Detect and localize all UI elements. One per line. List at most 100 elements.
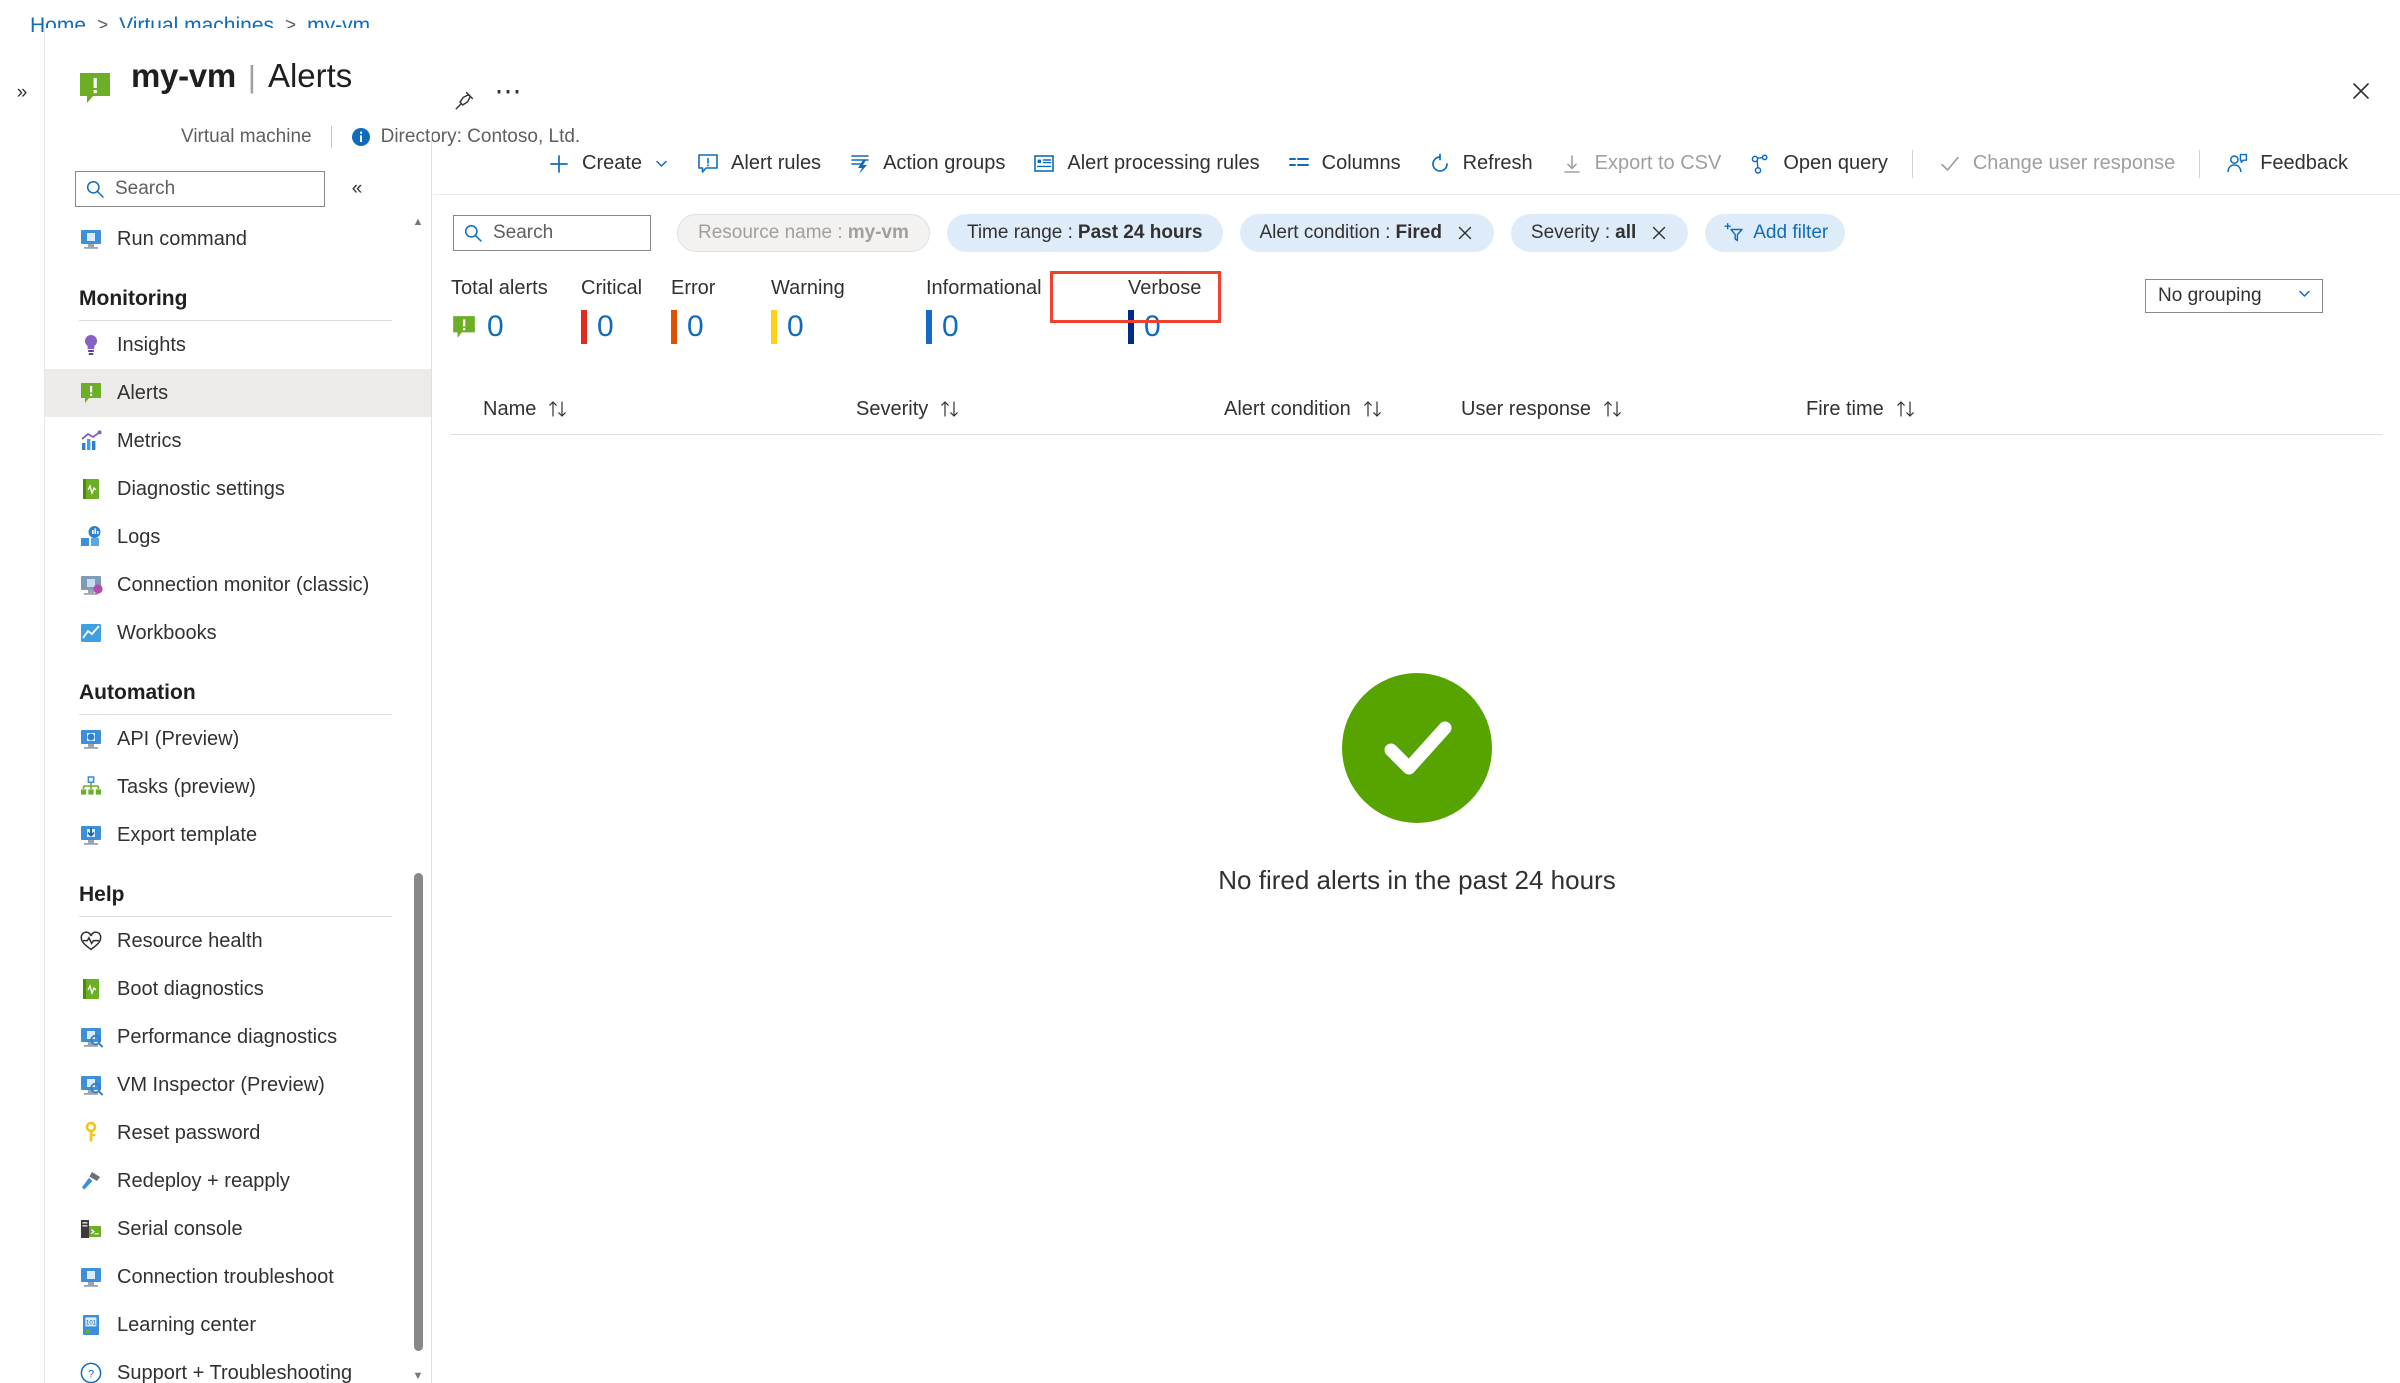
sidebar-item-vm-inspector-preview[interactable]: VM Inspector (Preview): [45, 1061, 431, 1109]
main-content: Create Alert rules Action groups Alert proc…: [433, 133, 2400, 1383]
chevron-down-icon[interactable]: [654, 156, 669, 171]
sort-icon[interactable]: [1895, 400, 1917, 418]
sidebar-item-serial-console[interactable]: Serial console: [45, 1205, 431, 1253]
sort-icon[interactable]: [547, 400, 569, 418]
sidebar-item-performance-diagnostics[interactable]: Performance diagnostics: [45, 1013, 431, 1061]
counter-label: Total alerts: [451, 277, 548, 299]
sidebar-item-learning-center[interactable]: 101 Learning center: [45, 1301, 431, 1349]
counter-warning[interactable]: Warning 0: [771, 277, 926, 344]
counter-total-alerts[interactable]: Total alerts 0: [451, 277, 581, 344]
alerts-search-field[interactable]: [491, 221, 631, 245]
sidebar-item-label: Resource health: [117, 929, 263, 952]
ellipsis-icon[interactable]: ⋯: [493, 78, 523, 116]
checkmark-icon: [1937, 151, 1963, 177]
command-change-user-response: Change user response: [1924, 141, 2188, 187]
sidebar-item-connection-monitor-classic[interactable]: Connection monitor (classic): [45, 561, 431, 609]
column-header-name[interactable]: Name: [483, 383, 569, 435]
refresh-icon: [1427, 151, 1453, 177]
column-header-user-response[interactable]: User response: [1461, 383, 1624, 435]
sidebar-item-boot-diagnostics[interactable]: Boot diagnostics: [45, 965, 431, 1013]
alert-processing-rules-icon: [1031, 151, 1057, 177]
column-header-label: Alert condition: [1224, 397, 1351, 420]
sidebar-scrollbar[interactable]: ▲ ▼: [411, 215, 425, 1383]
sort-icon[interactable]: [939, 400, 961, 418]
sidebar-item-alerts[interactable]: Alerts: [45, 369, 431, 417]
counter-value: 0: [487, 310, 504, 343]
caret-up-icon[interactable]: ▲: [411, 215, 425, 229]
sidebar-item-workbooks[interactable]: Workbooks: [45, 609, 431, 657]
command-label: Export to CSV: [1594, 152, 1722, 174]
page-title-separator: |: [247, 59, 256, 94]
sidebar-item-connection-troubleshoot[interactable]: Connection troubleshoot: [45, 1253, 431, 1301]
sidebar-search-row: «: [45, 166, 431, 212]
command-label: Alert processing rules: [1067, 152, 1260, 174]
command-label: Feedback: [2260, 152, 2349, 174]
sidebar-item-insights[interactable]: Insights: [45, 321, 431, 369]
alerts-search-input[interactable]: [453, 215, 651, 251]
column-header-alert-condition[interactable]: Alert condition: [1224, 383, 1384, 435]
sidebar-item-label: Learning center: [117, 1313, 256, 1336]
sidebar-item-diagnostic-settings[interactable]: Diagnostic settings: [45, 465, 431, 513]
column-header-severity[interactable]: Severity: [856, 383, 961, 435]
command-create[interactable]: Create: [533, 141, 682, 187]
diagnostic-settings-icon: [79, 477, 103, 501]
counter-label: Verbose: [1128, 277, 1202, 299]
sidebar-item-api-preview[interactable]: API (Preview): [45, 715, 431, 763]
boot-diagnostics-icon: [79, 977, 103, 1001]
alert-resource-icon: [77, 70, 113, 106]
caret-down-icon[interactable]: ▼: [411, 1369, 425, 1383]
sidebar-search-field[interactable]: [113, 177, 303, 201]
command-action-groups[interactable]: Action groups: [834, 141, 1018, 187]
divider: [2199, 149, 2201, 178]
command-refresh[interactable]: Refresh: [1414, 141, 1546, 187]
filter-pill-alert-condition[interactable]: Alert condition : Fired: [1239, 214, 1494, 252]
filter-pill-severity[interactable]: Severity : all: [1510, 214, 1689, 252]
sidebar-item-metrics[interactable]: Metrics: [45, 417, 431, 465]
question-circle-icon: ?: [79, 1361, 103, 1383]
sidebar-item-reset-password[interactable]: Reset password: [45, 1109, 431, 1157]
column-header-label: User response: [1461, 397, 1592, 420]
grouping-value: No grouping: [2158, 285, 2262, 306]
command-alert-processing-rules[interactable]: Alert processing rules: [1018, 141, 1272, 187]
sort-icon[interactable]: [1362, 400, 1384, 418]
close-icon[interactable]: [2344, 74, 2378, 108]
sidebar-item-label: Metrics: [117, 429, 182, 452]
command-columns[interactable]: Columns: [1273, 141, 1414, 187]
sidebar-item-tasks-preview[interactable]: Tasks (preview): [45, 763, 431, 811]
sort-icon[interactable]: [1602, 400, 1624, 418]
command-label: Action groups: [883, 152, 1006, 174]
sidebar-item-export-template[interactable]: Export template: [45, 811, 431, 859]
sidebar-item-logs[interactable]: Logs: [45, 513, 431, 561]
chevron-double-right-icon[interactable]: »: [8, 78, 36, 108]
command-label: Alert rules: [731, 152, 822, 174]
counter-verbose[interactable]: Verbose 0: [1128, 277, 1248, 344]
grouping-select[interactable]: No grouping: [2145, 279, 2323, 313]
sidebar-item-label: Reset password: [117, 1121, 261, 1144]
counter-value: 0: [942, 310, 959, 343]
counter-critical[interactable]: Critical 0: [581, 277, 671, 344]
add-filter-button[interactable]: Add filter: [1705, 214, 1846, 252]
page-title-resource: my-vm: [131, 57, 236, 94]
sidebar-item-support-troubleshooting[interactable]: ? Support + Troubleshooting: [45, 1349, 431, 1383]
command-feedback[interactable]: Feedback: [2211, 141, 2361, 187]
remove-filter-icon[interactable]: [1650, 224, 1668, 242]
command-alert-rules[interactable]: Alert rules: [682, 141, 834, 187]
counter-error[interactable]: Error 0: [671, 277, 771, 344]
command-open-query[interactable]: Open query: [1734, 141, 1901, 187]
pin-icon[interactable]: [449, 86, 479, 116]
sidebar-item-redeploy-reapply[interactable]: Redeploy + reapply: [45, 1157, 431, 1205]
scrollbar-thumb[interactable]: [414, 873, 423, 1351]
sidebar-item-resource-health[interactable]: Resource health: [45, 917, 431, 965]
command-bar: Create Alert rules Action groups Alert proc…: [433, 133, 2400, 195]
nav-group-help: Help: [45, 883, 431, 917]
command-label: Open query: [1783, 152, 1888, 174]
chevron-double-left-icon[interactable]: «: [343, 175, 371, 203]
search-input[interactable]: [75, 171, 325, 207]
column-header-fire-time[interactable]: Fire time: [1806, 383, 1917, 435]
sidebar-item-run-command[interactable]: Run command: [45, 215, 431, 263]
filter-pill-time-range[interactable]: Time range : Past 24 hours: [946, 214, 1223, 252]
severity-color-bar: [581, 310, 587, 344]
remove-filter-icon[interactable]: [1456, 224, 1474, 242]
counter-informational[interactable]: Informational 0: [926, 277, 1128, 344]
connection-troubleshoot-icon: [79, 1265, 103, 1289]
